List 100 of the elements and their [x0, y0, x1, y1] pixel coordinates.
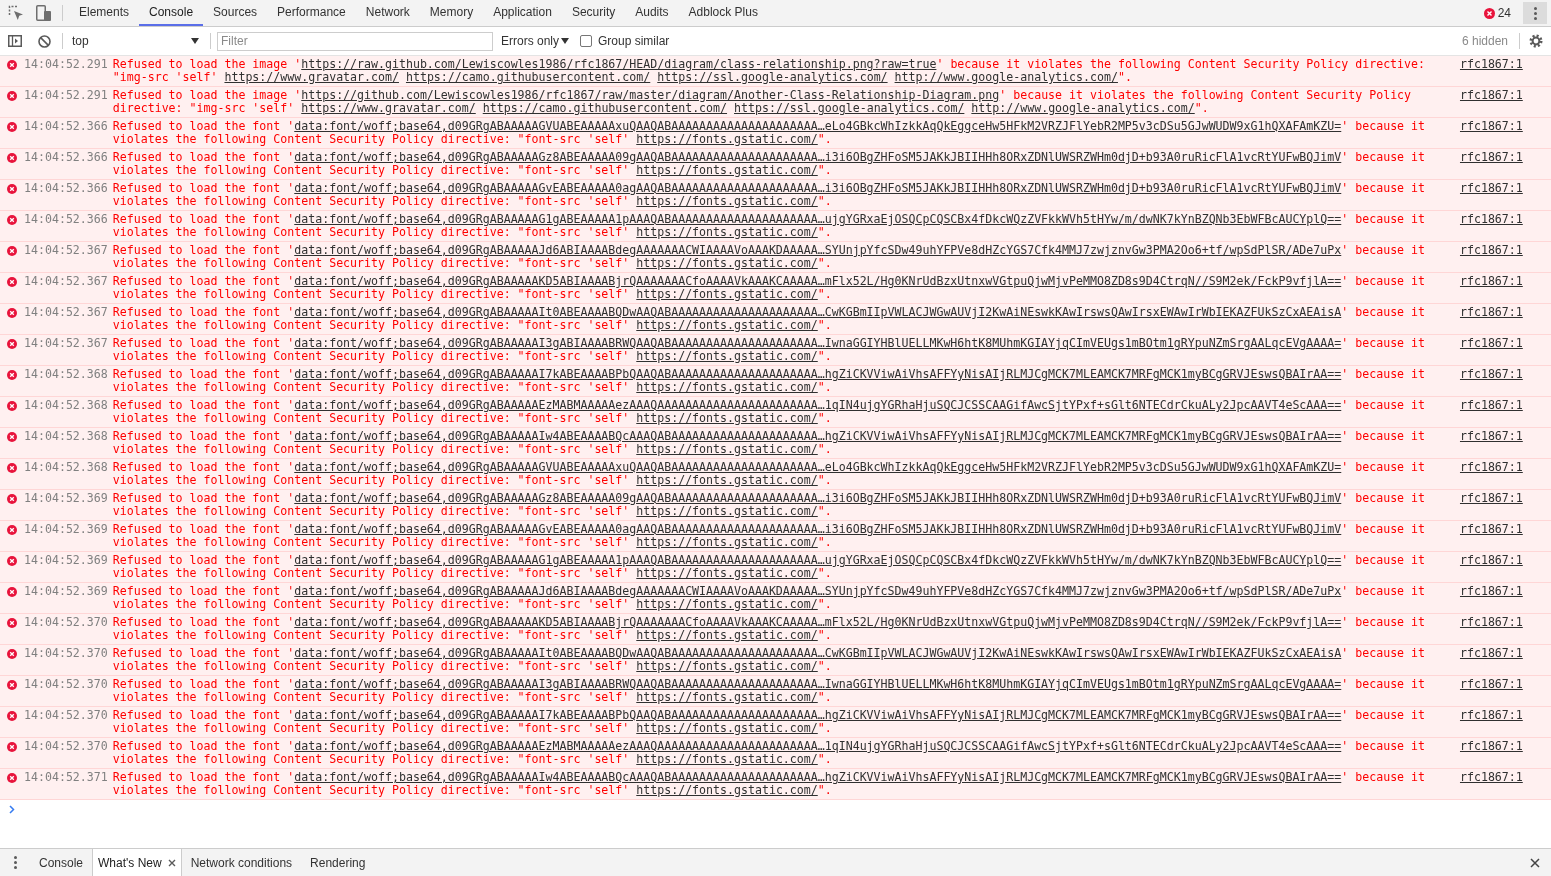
source-link[interactable]: rfc1867:1 — [1459, 554, 1523, 567]
close-icon[interactable] — [167, 858, 176, 867]
url-link[interactable]: https://camo.githubusercontent.com/ — [482, 101, 728, 115]
source-link[interactable]: rfc1867:1 — [1459, 585, 1523, 598]
url-link[interactable]: https://fonts.gstatic.com/ — [636, 659, 818, 673]
url-link[interactable]: data:font/woff;base64,d09GRgABAAAAAJd6ABIAAAABdegAAAAAAACWIAAAAVoAAAKDAAAAA…SYUnjpYfcSDw49uhYFPVe8dHZcYGS7Cfk4MMJ7zwjznvGw3PMA2Oo6+tf/wpSdPlSR/ADe7uPx — [294, 243, 1342, 257]
url-link[interactable]: https://ssl.google-analytics.com/ — [657, 70, 888, 84]
panel-tab[interactable]: Sources — [203, 0, 268, 26]
source-link[interactable]: rfc1867:1 — [1459, 58, 1523, 71]
url-link[interactable]: data:font/woff;base64,d09GRgABAAAAAKD5ABIAAAABjrQAAAAAAACfoAAAAVkAAAKCAAAAA…mFlx52L/Hg0KNrUdBzxUtnxwVGtpuQjwMjvPeMMO8ZD8s9D4CtrqN//S9M2ek/FckP9vfjlA== — [294, 274, 1342, 288]
url-link[interactable]: data:font/woff;base64,d09GRgABAAAAAG1gABEAAAAA1pAAAQABAAAAAAAAAAAAAAAAAAAAA…ujgYGRxaEjOSQCpCQSCBx4fDkcWQzZVFkkWVh5tHYw/m/dwNK7kYnBZQNb3EbWFBcAUCYplQ== — [294, 212, 1342, 226]
drawer-tab[interactable]: What's New — [92, 849, 182, 876]
url-link[interactable]: https://fonts.gstatic.com/ — [636, 256, 818, 270]
more-menu-button[interactable] — [1523, 2, 1547, 24]
filter-field[interactable]: Filter — [217, 31, 493, 51]
url-link[interactable]: data:font/woff;base64,d09GRgABAAAAAI7kABEAAAABPbQAAQABAAAAAAAAAAAAAAAAAAAAA…hgZiCKVViwAiVhsAFFYyNisAIjRLMJCgMCK7MLEAMCK7MRFgMCK1myBCgGRVJEswsQBAIrAA== — [294, 708, 1342, 722]
url-link[interactable]: data:font/woff;base64,d09GRgABAAAAAI3gABIAAAABRWQAAQABAAAAAAAAAAAAAAAAAAAAA…IwnaGGIYHBlUELLMKwH6htK8MUhmKGIAYjqCImVEUgs1mBOtm1gRYpuNZmSrgAALqcEVgAAAA= — [294, 336, 1342, 350]
settings-icon[interactable] — [1529, 34, 1543, 48]
source-link[interactable]: rfc1867:1 — [1459, 771, 1523, 784]
url-link[interactable]: https://fonts.gstatic.com/ — [636, 194, 818, 208]
url-link[interactable]: https://fonts.gstatic.com/ — [636, 380, 818, 394]
panel-tab[interactable]: Audits — [625, 0, 679, 26]
url-link[interactable]: data:font/woff;base64,d09GRgABAAAAAI3gABIAAAABRWQAAQABAAAAAAAAAAAAAAAAAAAAA…IwnaGGIYHBlUELLMKwH6htK8MUhmKGIAYjqCImVEUgs1mBOtm1gRYpuNZmSrgAALqcEVgAAAA= — [294, 677, 1342, 691]
url-link[interactable]: https://fonts.gstatic.com/ — [636, 783, 818, 797]
vertical-dots-icon[interactable] — [14, 856, 17, 869]
url-link[interactable]: data:font/woff;base64,d09GRgABAAAAAIw4ABEAAAABQcAAAQABAAAAAAAAAAAAAAAAAAAAA…hgZiCKVViwAiVhsAFFYyNisAIjRLMJCgMCK7MLEAMCK7MRFgMCK1myBCgGRVJEswsQBAIrAA== — [294, 770, 1342, 784]
source-link[interactable]: rfc1867:1 — [1459, 709, 1523, 722]
url-link[interactable]: https://fonts.gstatic.com/ — [636, 504, 818, 518]
close-icon[interactable] — [1530, 857, 1540, 868]
source-link[interactable]: rfc1867:1 — [1459, 275, 1523, 288]
url-link[interactable]: data:font/woff;base64,d09GRgABAAAAAIt0ABEAAAABQDwAAQABAAAAAAAAAAAAAAAAAAAAA…CwKGBmIIpVWLACJWGwAUVjI2KwAiNEswkKAwIrswsQAwIrsxEWAwIrWbIEKAZFUkSzCxAEAisA — [294, 646, 1342, 660]
url-link[interactable]: https://fonts.gstatic.com/ — [636, 721, 818, 735]
url-link[interactable]: https://fonts.gstatic.com/ — [636, 318, 818, 332]
source-link[interactable]: rfc1867:1 — [1459, 430, 1523, 443]
url-link[interactable]: https://raw.github.com/Lewiscowles1986/rfc1867/HEAD/diagram/class-relationship.png?raw=true — [301, 57, 937, 71]
panel-tab[interactable]: Memory — [419, 0, 484, 26]
source-link[interactable]: rfc1867:1 — [1459, 616, 1523, 629]
sidebar-toggle-icon[interactable] — [8, 35, 22, 47]
url-link[interactable]: https://fonts.gstatic.com/ — [636, 752, 818, 766]
url-link[interactable]: https://www.gravatar.com/ — [301, 101, 476, 115]
url-link[interactable]: data:font/woff;base64,d09GRgABAAAAAG1gABEAAAAA1pAAAQABAAAAAAAAAAAAAAAAAAAAA…ujgYGRxaEjOSQCpCQSCBx4fDkcWQzZVFkkWVh5tHYw/m/dwNK7kYnBZQNb3EbWFBcAUCYplQ== — [294, 553, 1342, 567]
url-link[interactable]: data:font/woff;base64,d09GRgABAAAAAGvEABEAAAAA0agAAQABAAAAAAAAAAAAAAAAAAAAA…i3i6OBgZHFoSM5JAKkJBIIHHh8ORxZDNlUWSRZWHm0djD+b93A0ruRicFlA1vcRtYUFwBQJimV — [294, 181, 1342, 195]
url-link[interactable]: data:font/woff;base64,d09GRgABAAAAAEzMABMAAAAAezAAAQAAAAAAAAAAAAAAAAAAAAAAA…1qIN4ujgYGRhaHjuSQCJCSSCAAGifAwcSjtYPxf+sGlt6NTECdrCkuALy2JpcAAVT4eScAAA== — [294, 398, 1342, 412]
url-link[interactable]: https://fonts.gstatic.com/ — [636, 163, 818, 177]
url-link[interactable]: https://fonts.gstatic.com/ — [636, 349, 818, 363]
url-link[interactable]: data:font/woff;base64,d09GRgABAAAAAGVUABEAAAAAxuQAAQABAAAAAAAAAAAAAAAAAAAAA…eLo4GBkcWhIzkkAqQkEggceHw5HFkM2VRZJFlYebR2MP5v3cDSu5GJwWUDW9xG1hQXAFAmKZU= — [294, 460, 1342, 474]
url-link[interactable]: https://ssl.google-analytics.com/ — [734, 101, 965, 115]
error-count-button[interactable]: 24 — [1481, 3, 1513, 23]
source-link[interactable]: rfc1867:1 — [1459, 120, 1523, 133]
panel-tab[interactable]: Adblock Plus — [678, 0, 768, 26]
panel-tab[interactable]: Application — [483, 0, 562, 26]
group-similar-checkbox[interactable] — [580, 35, 592, 47]
source-link[interactable]: rfc1867:1 — [1459, 337, 1523, 350]
url-link[interactable]: data:font/woff;base64,d09GRgABAAAAAJd6ABIAAAABdegAAAAAAACWIAAAAVoAAAKDAAAAA…SYUnjpYfcSDw49uhYFPVe8dHZcYGS7Cfk4MMJ7zwjznvGw3PMA2Oo6+tf/wpSdPlSR/ADe7uPx — [294, 584, 1342, 598]
source-link[interactable]: rfc1867:1 — [1459, 461, 1523, 474]
url-link[interactable]: data:font/woff;base64,d09GRgABAAAAAIw4ABEAAAABQcAAAQABAAAAAAAAAAAAAAAAAAAAA…hgZiCKVViwAiVhsAFFYyNisAIjRLMJCgMCK7MLEAMCK7MRFgMCK1myBCgGRVJEswsQBAIrAA== — [294, 429, 1342, 443]
url-link[interactable]: https://www.gravatar.com/ — [224, 70, 399, 84]
url-link[interactable]: data:font/woff;base64,d09GRgABAAAAAIt0ABEAAAABQDwAAQABAAAAAAAAAAAAAAAAAAAAA…CwKGBmIIpVWLACJWGwAUVjI2KwAiNEswkKAwIrswsQAwIrsxEWAwIrWbIEKAZFUkSzCxAEAisA — [294, 305, 1342, 319]
url-link[interactable]: https://fonts.gstatic.com/ — [636, 690, 818, 704]
source-link[interactable]: rfc1867:1 — [1459, 182, 1523, 195]
source-link[interactable]: rfc1867:1 — [1459, 492, 1523, 505]
url-link[interactable]: data:font/woff;base64,d09GRgABAAAAAGvEABEAAAAA0agAAQABAAAAAAAAAAAAAAAAAAAAA…i3i6OBgZHFoSM5JAKkJBIIHHh8ORxZDNlUWSRZWHm0djD+b93A0ruRicFlA1vcRtYUFwBQJimV — [294, 522, 1342, 536]
url-link[interactable]: data:font/woff;base64,d09GRgABAAAAAI7kABEAAAABPbQAAQABAAAAAAAAAAAAAAAAAAAAA…hgZiCKVViwAiVhsAFFYyNisAIjRLMJCgMCK7MLEAMCK7MRFgMCK1myBCgGRVJEswsQBAIrAA== — [294, 367, 1342, 381]
url-link[interactable]: https://fonts.gstatic.com/ — [636, 287, 818, 301]
url-link[interactable]: data:font/woff;base64,d09GRgABAAAAAEzMABMAAAAAezAAAQAAAAAAAAAAAAAAAAAAAAAAA…1qIN4ujgYGRhaHjuSQCJCSSCAAGifAwcSjtYPxf+sGlt6NTECdrCkuALy2JpcAAVT4eScAAA== — [294, 739, 1342, 753]
source-link[interactable]: rfc1867:1 — [1459, 523, 1523, 536]
url-link[interactable]: https://fonts.gstatic.com/ — [636, 473, 818, 487]
url-link[interactable]: https://fonts.gstatic.com/ — [636, 597, 818, 611]
url-link[interactable]: https://camo.githubusercontent.com/ — [405, 70, 651, 84]
source-link[interactable]: rfc1867:1 — [1459, 151, 1523, 164]
clear-console-icon[interactable] — [38, 34, 51, 48]
url-link[interactable]: data:font/woff;base64,d09GRgABAAAAAGz8ABEAAAAA09gAAQABAAAAAAAAAAAAAAAAAAAAA…i3i6OBgZHFoSM5JAKkJBIIHHh8ORxZDNlUWSRZWHm0djD+b93A0ruRicFlA1vcRtYUFwBQJimV — [294, 491, 1342, 505]
url-link[interactable]: https://fonts.gstatic.com/ — [636, 566, 818, 580]
source-link[interactable]: rfc1867:1 — [1459, 399, 1523, 412]
url-link[interactable]: https://fonts.gstatic.com/ — [636, 535, 818, 549]
source-link[interactable]: rfc1867:1 — [1459, 647, 1523, 660]
url-link[interactable]: https://fonts.gstatic.com/ — [636, 132, 818, 146]
url-link[interactable]: https://fonts.gstatic.com/ — [636, 225, 818, 239]
url-link[interactable]: https://fonts.gstatic.com/ — [636, 628, 818, 642]
url-link[interactable]: https://fonts.gstatic.com/ — [636, 411, 818, 425]
source-link[interactable]: rfc1867:1 — [1459, 740, 1523, 753]
source-link[interactable]: rfc1867:1 — [1459, 213, 1523, 226]
url-link[interactable]: data:font/woff;base64,d09GRgABAAAAAKD5ABIAAAABjrQAAAAAAACfoAAAAVkAAAKCAAAAA…mFlx52L/Hg0KNrUdBzxUtnxwVGtpuQjwMjvPeMMO8ZD8s9D4CtrqN//S9M2ek/FckP9vfjlA== — [294, 615, 1342, 629]
drawer-tab[interactable]: Network conditions — [181, 849, 302, 876]
url-link[interactable]: https://github.com/Lewiscowles1986/rfc1867/raw/master/diagram/Another-Class-Relationship-Diagram.png — [301, 88, 1000, 102]
source-link[interactable]: rfc1867:1 — [1459, 244, 1523, 257]
panel-tab[interactable]: Security — [561, 0, 626, 26]
source-link[interactable]: rfc1867:1 — [1459, 678, 1523, 691]
inspect-element-icon[interactable] — [8, 5, 24, 21]
url-link[interactable]: https://fonts.gstatic.com/ — [636, 442, 818, 456]
source-link[interactable]: rfc1867:1 — [1459, 89, 1523, 102]
panel-tab[interactable]: Network — [355, 0, 420, 26]
source-link[interactable]: rfc1867:1 — [1459, 306, 1523, 319]
device-toolbar-icon[interactable] — [35, 5, 51, 21]
url-link[interactable]: http://www.google-analytics.com/ — [971, 101, 1195, 115]
url-link[interactable]: data:font/woff;base64,d09GRgABAAAAAGz8ABEAAAAA09gAAQABAAAAAAAAAAAAAAAAAAAAA…i3i6OBgZHFoSM5JAKkJBIIHHh8ORxZDNlUWSRZWHm0djD+b93A0ruRicFlA1vcRtYUFwBQJimV — [294, 150, 1342, 164]
level-filter-dropdown[interactable]: Errors only — [501, 31, 569, 51]
context-dropdown[interactable]: top — [66, 31, 205, 51]
url-link[interactable]: http://www.google-analytics.com/ — [894, 70, 1118, 84]
panel-tab[interactable]: Elements — [69, 0, 140, 26]
